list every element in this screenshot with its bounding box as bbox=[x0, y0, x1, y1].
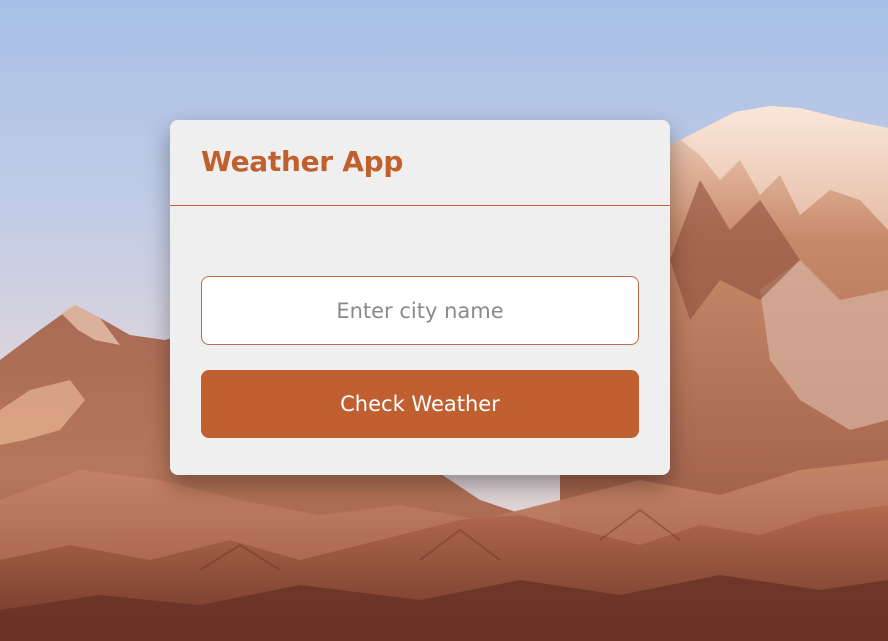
check-weather-button[interactable]: Check Weather bbox=[201, 370, 639, 438]
card-header: Weather App bbox=[170, 120, 670, 206]
weather-card: Weather App Check Weather bbox=[170, 120, 670, 475]
city-input[interactable] bbox=[201, 276, 639, 345]
app-title: Weather App bbox=[201, 145, 404, 178]
